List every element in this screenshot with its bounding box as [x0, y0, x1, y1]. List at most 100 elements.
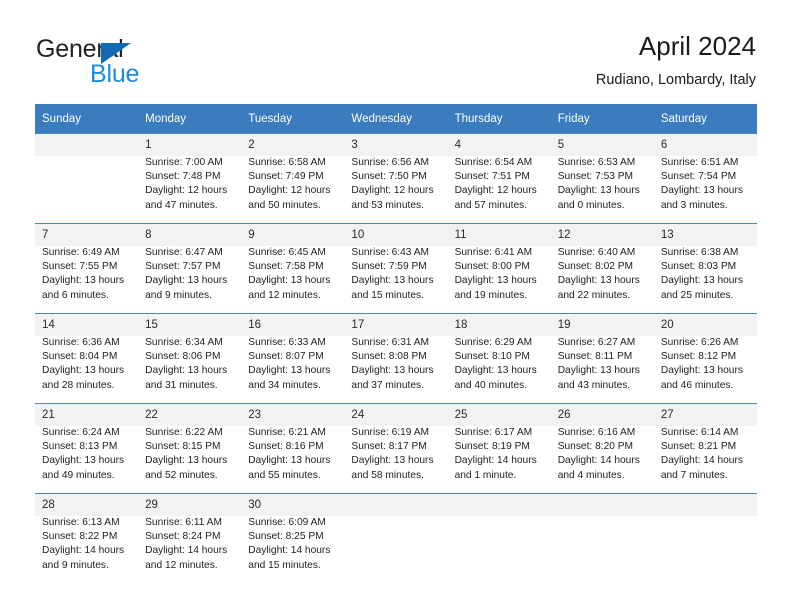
- weekday-header-saturday: Saturday: [653, 104, 757, 134]
- calendar-day-cell[interactable]: 9 Sunrise: 6:45 AM Sunset: 7:58 PM Daylig…: [241, 223, 345, 314]
- calendar-day-cell[interactable]: 10 Sunrise: 6:43 AM Sunset: 7:59 PM Dayli…: [344, 223, 448, 314]
- calendar-day-cell[interactable]: 4 Sunrise: 6:54 AM Sunset: 7:51 PM Daylig…: [447, 133, 551, 224]
- weekday-header-sunday: Sunday: [35, 104, 139, 134]
- day-cell-body: Sunrise: 6:51 AM Sunset: 7:54 PM Dayligh…: [653, 156, 757, 223]
- calendar-day-cell[interactable]: 16 Sunrise: 6:33 AM Sunset: 8:07 PM Dayli…: [241, 313, 345, 404]
- calendar-day-cell[interactable]: 2 Sunrise: 6:58 AM Sunset: 7:49 PM Daylig…: [241, 133, 345, 224]
- day-number: 24: [351, 409, 365, 421]
- sun-times-text: Sunrise: 6:24 AM Sunset: 8:13 PM Dayligh…: [42, 427, 125, 481]
- calendar-day-cell[interactable]: 24 Sunrise: 6:19 AM Sunset: 8:17 PM Dayli…: [344, 403, 448, 494]
- day-cell-body: [653, 516, 757, 583]
- calendar-day-cell[interactable]: 18 Sunrise: 6:29 AM Sunset: 8:10 PM Dayli…: [447, 313, 551, 404]
- day-cell-body: Sunrise: 6:27 AM Sunset: 8:11 PM Dayligh…: [550, 336, 654, 403]
- sun-times-text: Sunrise: 6:26 AM Sunset: 8:12 PM Dayligh…: [660, 337, 743, 391]
- page-header: General Blue April 2024 Rudiano, Lombard…: [0, 0, 792, 98]
- brand-logo[interactable]: General Blue: [36, 36, 256, 92]
- day-cell-body: Sunrise: 6:16 AM Sunset: 8:20 PM Dayligh…: [550, 426, 654, 493]
- day-number: 9: [248, 229, 255, 241]
- sun-times-text: Sunrise: 6:17 AM Sunset: 8:19 PM Dayligh…: [454, 427, 537, 481]
- weekday-header-thursday: Thursday: [447, 104, 551, 134]
- calendar-day-cell[interactable]: 1 Sunrise: 7:00 AM Sunset: 7:48 PM Daylig…: [138, 133, 242, 224]
- calendar-day-cell[interactable]: 13 Sunrise: 6:38 AM Sunset: 8:03 PM Dayli…: [653, 223, 757, 314]
- sun-times-text: Sunrise: 6:29 AM Sunset: 8:10 PM Dayligh…: [454, 337, 537, 391]
- calendar-table: Sunday Monday Tuesday Wednesday Thursday Frid…: [35, 104, 757, 583]
- calendar-day-cell[interactable]: 21 Sunrise: 6:24 AM Sunset: 8:13 PM Dayli…: [35, 403, 139, 494]
- day-number: [654, 494, 757, 516]
- day-cell-body: [35, 156, 139, 223]
- sun-times-text: Sunrise: 6:13 AM Sunset: 8:22 PM Dayligh…: [42, 517, 125, 571]
- calendar-day-cell[interactable]: 17 Sunrise: 6:31 AM Sunset: 8:08 PM Dayli…: [344, 313, 448, 404]
- sun-times-text: Sunrise: 6:38 AM Sunset: 8:03 PM Dayligh…: [660, 247, 743, 301]
- day-number: 1: [145, 139, 152, 151]
- sun-times-text: Sunrise: 6:54 AM Sunset: 7:51 PM Dayligh…: [454, 157, 537, 211]
- day-cell-body: Sunrise: 6:26 AM Sunset: 8:12 PM Dayligh…: [653, 336, 757, 403]
- day-cell-body: Sunrise: 6:22 AM Sunset: 8:15 PM Dayligh…: [138, 426, 242, 493]
- day-number: 17: [351, 319, 365, 331]
- sun-times-text: Sunrise: 6:49 AM Sunset: 7:55 PM Dayligh…: [42, 247, 125, 301]
- sun-times-text: Sunrise: 7:00 AM Sunset: 7:48 PM Dayligh…: [145, 157, 228, 211]
- calendar-day-cell[interactable]: 26 Sunrise: 6:16 AM Sunset: 8:20 PM Dayli…: [550, 403, 654, 494]
- sun-times-text: Sunrise: 6:09 AM Sunset: 8:25 PM Dayligh…: [248, 517, 331, 571]
- calendar-day-cell[interactable]: 12 Sunrise: 6:40 AM Sunset: 8:02 PM Dayli…: [550, 223, 654, 314]
- sun-times-text: Sunrise: 6:53 AM Sunset: 7:53 PM Dayligh…: [557, 157, 640, 211]
- sun-times-text: Sunrise: 6:51 AM Sunset: 7:54 PM Dayligh…: [660, 157, 743, 211]
- calendar-day-cell[interactable]: 20 Sunrise: 6:26 AM Sunset: 8:12 PM Dayli…: [653, 313, 757, 404]
- calendar-day-cell[interactable]: 15 Sunrise: 6:34 AM Sunset: 8:06 PM Dayli…: [138, 313, 242, 404]
- day-number: 15: [145, 319, 158, 331]
- calendar-day-cell-empty: [35, 133, 139, 224]
- day-cell-body: Sunrise: 6:45 AM Sunset: 7:58 PM Dayligh…: [241, 246, 345, 313]
- day-cell-body: [550, 516, 654, 583]
- sun-times-text: Sunrise: 6:11 AM Sunset: 8:24 PM Dayligh…: [145, 517, 228, 571]
- sun-times-text: Sunrise: 6:36 AM Sunset: 8:04 PM Dayligh…: [42, 337, 125, 391]
- day-cell-body: Sunrise: 6:19 AM Sunset: 8:17 PM Dayligh…: [344, 426, 448, 493]
- day-cell-body: Sunrise: 6:21 AM Sunset: 8:16 PM Dayligh…: [241, 426, 345, 493]
- page-title: April 2024: [638, 31, 756, 61]
- sun-times-text: Sunrise: 6:27 AM Sunset: 8:11 PM Dayligh…: [557, 337, 640, 391]
- calendar-day-cell[interactable]: 7 Sunrise: 6:49 AM Sunset: 7:55 PM Daylig…: [35, 223, 139, 314]
- day-number: 28: [42, 499, 55, 511]
- calendar-day-cell[interactable]: 22 Sunrise: 6:22 AM Sunset: 8:15 PM Dayli…: [138, 403, 242, 494]
- day-number: 5: [557, 139, 565, 151]
- calendar-day-cell[interactable]: 28 Sunrise: 6:13 AM Sunset: 8:22 PM Dayli…: [35, 493, 139, 583]
- day-cell-body: Sunrise: 6:24 AM Sunset: 8:13 PM Dayligh…: [35, 426, 139, 493]
- day-number: 6: [660, 139, 668, 151]
- calendar-day-cell[interactable]: 25 Sunrise: 6:17 AM Sunset: 8:19 PM Dayli…: [447, 403, 551, 494]
- day-number: 14: [42, 319, 55, 331]
- day-number: 26: [557, 409, 571, 421]
- calendar-day-cell[interactable]: 8 Sunrise: 6:47 AM Sunset: 7:57 PM Daylig…: [138, 223, 242, 314]
- calendar-day-cell[interactable]: 14 Sunrise: 6:36 AM Sunset: 8:04 PM Dayli…: [35, 313, 139, 404]
- calendar-day-cell[interactable]: 3 Sunrise: 6:56 AM Sunset: 7:50 PM Daylig…: [344, 133, 448, 224]
- sun-times-text: Sunrise: 6:45 AM Sunset: 7:58 PM Dayligh…: [248, 247, 331, 301]
- day-cell-body: Sunrise: 6:31 AM Sunset: 8:08 PM Dayligh…: [344, 336, 448, 403]
- day-number: 2: [248, 139, 255, 151]
- weekday-header-friday: Friday: [550, 104, 654, 134]
- day-cell-body: Sunrise: 6:53 AM Sunset: 7:53 PM Dayligh…: [550, 156, 654, 223]
- calendar-week-row: 1 Sunrise: 7:00 AM Sunset: 7:48 PM Daylig…: [35, 133, 757, 224]
- day-cell-body: Sunrise: 6:38 AM Sunset: 8:03 PM Dayligh…: [653, 246, 757, 313]
- day-number: 7: [42, 229, 49, 241]
- day-cell-body: [447, 516, 551, 583]
- sun-times-text: Sunrise: 6:58 AM Sunset: 7:49 PM Dayligh…: [248, 157, 331, 211]
- calendar-table-wrapper: Sunday Monday Tuesday Wednesday Thursday Frid…: [35, 104, 757, 583]
- brand-name-blue: Blue: [90, 60, 140, 88]
- calendar-day-cell[interactable]: 29 Sunrise: 6:11 AM Sunset: 8:24 PM Dayli…: [138, 493, 242, 583]
- weekday-header-wednesday: Wednesday: [344, 104, 448, 134]
- title-block: April 2024 Rudiano, Lombardy, Italy: [596, 30, 756, 90]
- calendar-day-cell[interactable]: 27 Sunrise: 6:14 AM Sunset: 8:21 PM Dayli…: [653, 403, 757, 494]
- day-number: 29: [145, 499, 158, 511]
- day-number: 30: [248, 499, 262, 511]
- calendar-day-cell[interactable]: 6 Sunrise: 6:51 AM Sunset: 7:54 PM Daylig…: [653, 133, 757, 224]
- calendar-day-cell-empty: [653, 493, 757, 583]
- sun-times-text: Sunrise: 6:33 AM Sunset: 8:07 PM Dayligh…: [248, 337, 331, 391]
- day-cell-body: Sunrise: 6:29 AM Sunset: 8:10 PM Dayligh…: [447, 336, 551, 403]
- day-cell-body: Sunrise: 6:33 AM Sunset: 8:07 PM Dayligh…: [241, 336, 345, 403]
- day-number: 13: [660, 229, 674, 241]
- calendar-day-cell[interactable]: 11 Sunrise: 6:41 AM Sunset: 8:00 PM Dayli…: [447, 223, 551, 314]
- calendar-day-cell[interactable]: 30 Sunrise: 6:09 AM Sunset: 8:25 PM Dayli…: [241, 493, 345, 583]
- day-number: [551, 494, 654, 516]
- day-cell-body: Sunrise: 6:09 AM Sunset: 8:25 PM Dayligh…: [241, 516, 345, 583]
- calendar-day-cell[interactable]: 5 Sunrise: 6:53 AM Sunset: 7:53 PM Daylig…: [550, 133, 654, 224]
- calendar-day-cell[interactable]: 23 Sunrise: 6:21 AM Sunset: 8:16 PM Dayli…: [241, 403, 345, 494]
- calendar-day-cell[interactable]: 19 Sunrise: 6:27 AM Sunset: 8:11 PM Dayli…: [550, 313, 654, 404]
- day-number: 10: [351, 229, 365, 241]
